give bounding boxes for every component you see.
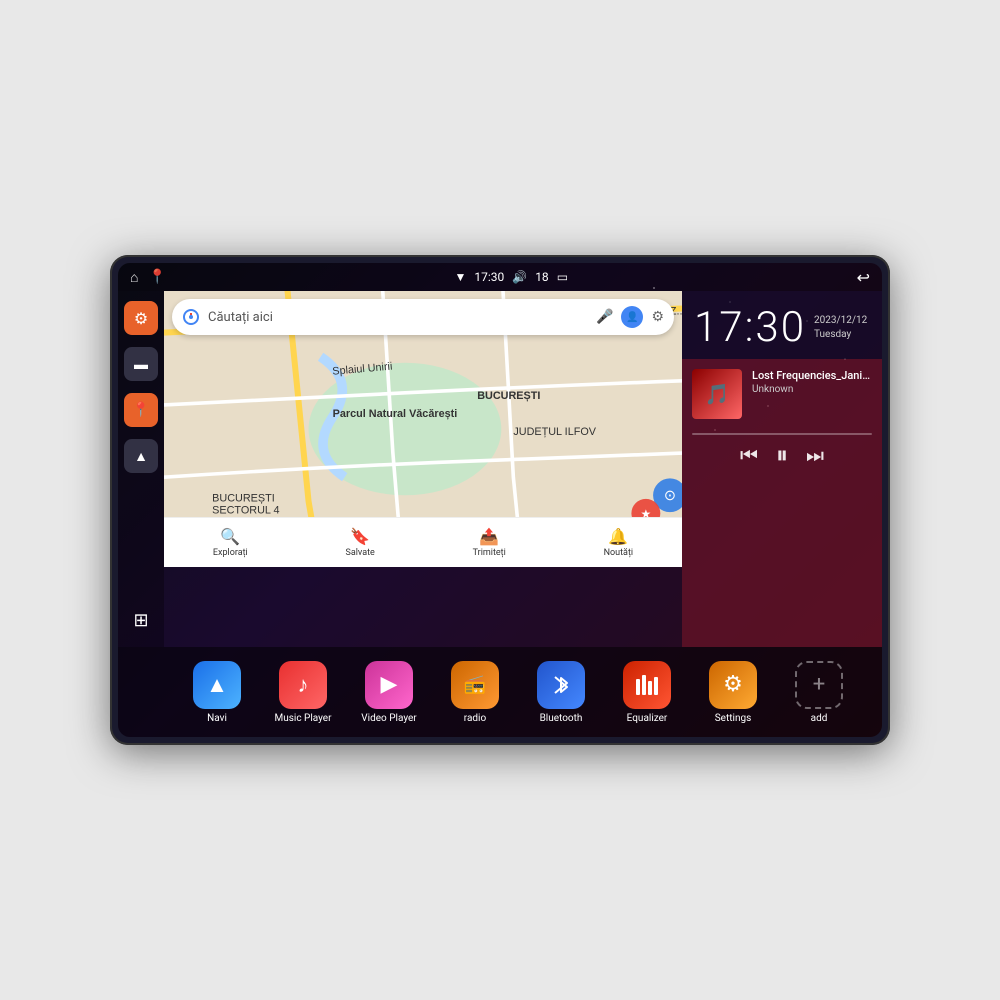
map-container[interactable]: Căutați aici 🎤 👤 ⚙	[164, 291, 682, 567]
app-video-player[interactable]: ▶ Video Player	[359, 661, 419, 724]
center-area: Căutați aici 🎤 👤 ⚙	[164, 291, 682, 647]
location-icon: 📍	[132, 402, 149, 418]
status-bar: ⌂ 📍 ▼ 17:30 🔊 18 ▭ ↩	[118, 263, 882, 291]
user-avatar[interactable]: 👤	[621, 306, 643, 328]
music-label: Music Player	[274, 713, 331, 724]
news-icon: 🔔	[608, 527, 628, 546]
send-icon: 📤	[479, 527, 499, 546]
main-content: ⚙ ▬ 📍 ▲ ⊞	[118, 291, 882, 647]
video-icon: ▶	[365, 661, 413, 709]
svg-text:⊙: ⊙	[664, 487, 676, 504]
svg-text:BUCUREȘTI: BUCUREȘTI	[212, 492, 275, 504]
navi-icon: ▲	[193, 661, 241, 709]
map-nav-send[interactable]: 📤 Trimiteți	[473, 527, 506, 558]
next-button[interactable]: ⏭	[806, 443, 824, 467]
volume-icon: 🔊	[512, 270, 527, 284]
music-controls: ⏮ ⏸ ⏭	[692, 441, 872, 469]
album-art-emoji: 🎵	[705, 382, 730, 406]
bluetooth-label: Bluetooth	[540, 713, 583, 724]
sidebar-nav-btn[interactable]: ▲	[124, 439, 158, 473]
battery-icon: ▭	[557, 270, 568, 284]
map-settings-icon[interactable]: ⚙	[651, 309, 664, 325]
music-section: 🎵 Lost Frequencies_Janie... Unknown ⏮ ⏸ …	[682, 359, 882, 647]
right-panel: 17:30 2023/12/12 Tuesday 🎵 Lost Frequenc…	[682, 291, 882, 647]
music-text: Lost Frequencies_Janie... Unknown	[752, 369, 872, 395]
eq-label: Equalizer	[627, 713, 668, 724]
google-maps-icon	[182, 308, 200, 326]
clock-date-text: 2023/12/12	[814, 314, 867, 328]
music-icon: ♪	[279, 661, 327, 709]
left-sidebar: ⚙ ▬ 📍 ▲ ⊞	[118, 291, 164, 647]
home-icon[interactable]: ⌂	[130, 269, 138, 286]
clock-time: 17:30	[694, 307, 806, 349]
app-navi[interactable]: ▲ Navi	[187, 661, 247, 724]
music-artist: Unknown	[752, 384, 872, 395]
sidebar-settings-btn[interactable]: ⚙	[124, 301, 158, 335]
map-bottom-nav: 🔍 Explorați 🔖 Salvate 📤 Trimiteți �	[164, 517, 682, 567]
status-center: ▼ 17:30 🔊 18 ▭	[454, 270, 568, 284]
music-info: 🎵 Lost Frequencies_Janie... Unknown	[692, 369, 872, 419]
clock-date: 2023/12/12 Tuesday	[814, 314, 867, 342]
map-search-placeholder: Căutați aici	[208, 310, 588, 325]
status-right: ↩	[857, 268, 870, 287]
wifi-icon: ▼	[454, 270, 466, 284]
bottom-dock: ▲ Navi ♪ Music Player ▶ Video Player 📻	[118, 647, 882, 737]
status-left: ⌂ 📍	[130, 269, 166, 286]
app-add[interactable]: + add	[789, 661, 849, 724]
svg-text:JUDEȚUL ILFOV: JUDEȚUL ILFOV	[513, 426, 596, 438]
map-nav-explore[interactable]: 🔍 Explorați	[213, 527, 248, 558]
svg-text:BUCUREȘTI: BUCUREȘTI	[477, 390, 540, 402]
status-time: 17:30	[474, 270, 504, 284]
device-frame: ⌂ 📍 ▼ 17:30 🔊 18 ▭ ↩ ⚙	[110, 255, 890, 745]
radio-label: radio	[464, 713, 486, 724]
explore-icon: 🔍	[220, 527, 240, 546]
mic-icon[interactable]: 🎤	[596, 309, 613, 325]
news-label: Noutăți	[604, 548, 634, 558]
app-music-player[interactable]: ♪ Music Player	[273, 661, 333, 724]
gear-icon: ⚙	[134, 309, 148, 328]
radio-icon: 📻	[451, 661, 499, 709]
app-bluetooth[interactable]: Bluetooth	[531, 661, 591, 724]
video-label: Video Player	[361, 713, 416, 724]
app-settings[interactable]: ⚙ Settings	[703, 661, 763, 724]
clock-day-text: Tuesday	[814, 328, 867, 342]
eq-icon-img	[623, 661, 671, 709]
sidebar-files-btn[interactable]: ▬	[124, 347, 158, 381]
music-album-art: 🎵	[692, 369, 742, 419]
files-icon: ▬	[134, 356, 148, 373]
add-icon-img: +	[795, 661, 843, 709]
pause-button[interactable]: ⏸	[776, 441, 788, 469]
app-equalizer[interactable]: Equalizer	[617, 661, 677, 724]
app-radio[interactable]: 📻 radio	[445, 661, 505, 724]
map-nav-news[interactable]: 🔔 Noutăți	[604, 527, 634, 558]
explore-label: Explorați	[213, 548, 248, 558]
map-nav-saved[interactable]: 🔖 Salvate	[346, 527, 375, 558]
svg-text:Parcul Natural Văcărești: Parcul Natural Văcărești	[333, 408, 458, 420]
device-screen: ⌂ 📍 ▼ 17:30 🔊 18 ▭ ↩ ⚙	[118, 263, 882, 737]
equalizer-bars	[633, 671, 661, 699]
sidebar-location-btn[interactable]: 📍	[124, 393, 158, 427]
clock-section: 17:30 2023/12/12 Tuesday	[682, 291, 882, 359]
settings-label: Settings	[715, 713, 752, 724]
send-label: Trimiteți	[473, 548, 506, 558]
bluetooth-icon	[537, 661, 585, 709]
music-title: Lost Frequencies_Janie...	[752, 369, 872, 382]
map-search-bar[interactable]: Căutați aici 🎤 👤 ⚙	[172, 299, 674, 335]
nav-icon: ▲	[134, 448, 148, 465]
battery-level: 18	[535, 270, 549, 284]
add-label: add	[811, 713, 828, 724]
sidebar-grid-btn[interactable]: ⊞	[124, 603, 158, 637]
settings-icon-img: ⚙	[709, 661, 757, 709]
music-progress-bar[interactable]	[692, 433, 872, 435]
navi-label: Navi	[207, 713, 227, 724]
maps-icon[interactable]: 📍	[148, 269, 165, 285]
saved-label: Salvate	[346, 548, 375, 558]
svg-text:SECTORUL 4: SECTORUL 4	[212, 504, 279, 516]
back-icon[interactable]: ↩	[857, 268, 870, 287]
grid-icon: ⊞	[133, 610, 148, 631]
saved-icon: 🔖	[350, 527, 370, 546]
prev-button[interactable]: ⏮	[740, 443, 758, 467]
